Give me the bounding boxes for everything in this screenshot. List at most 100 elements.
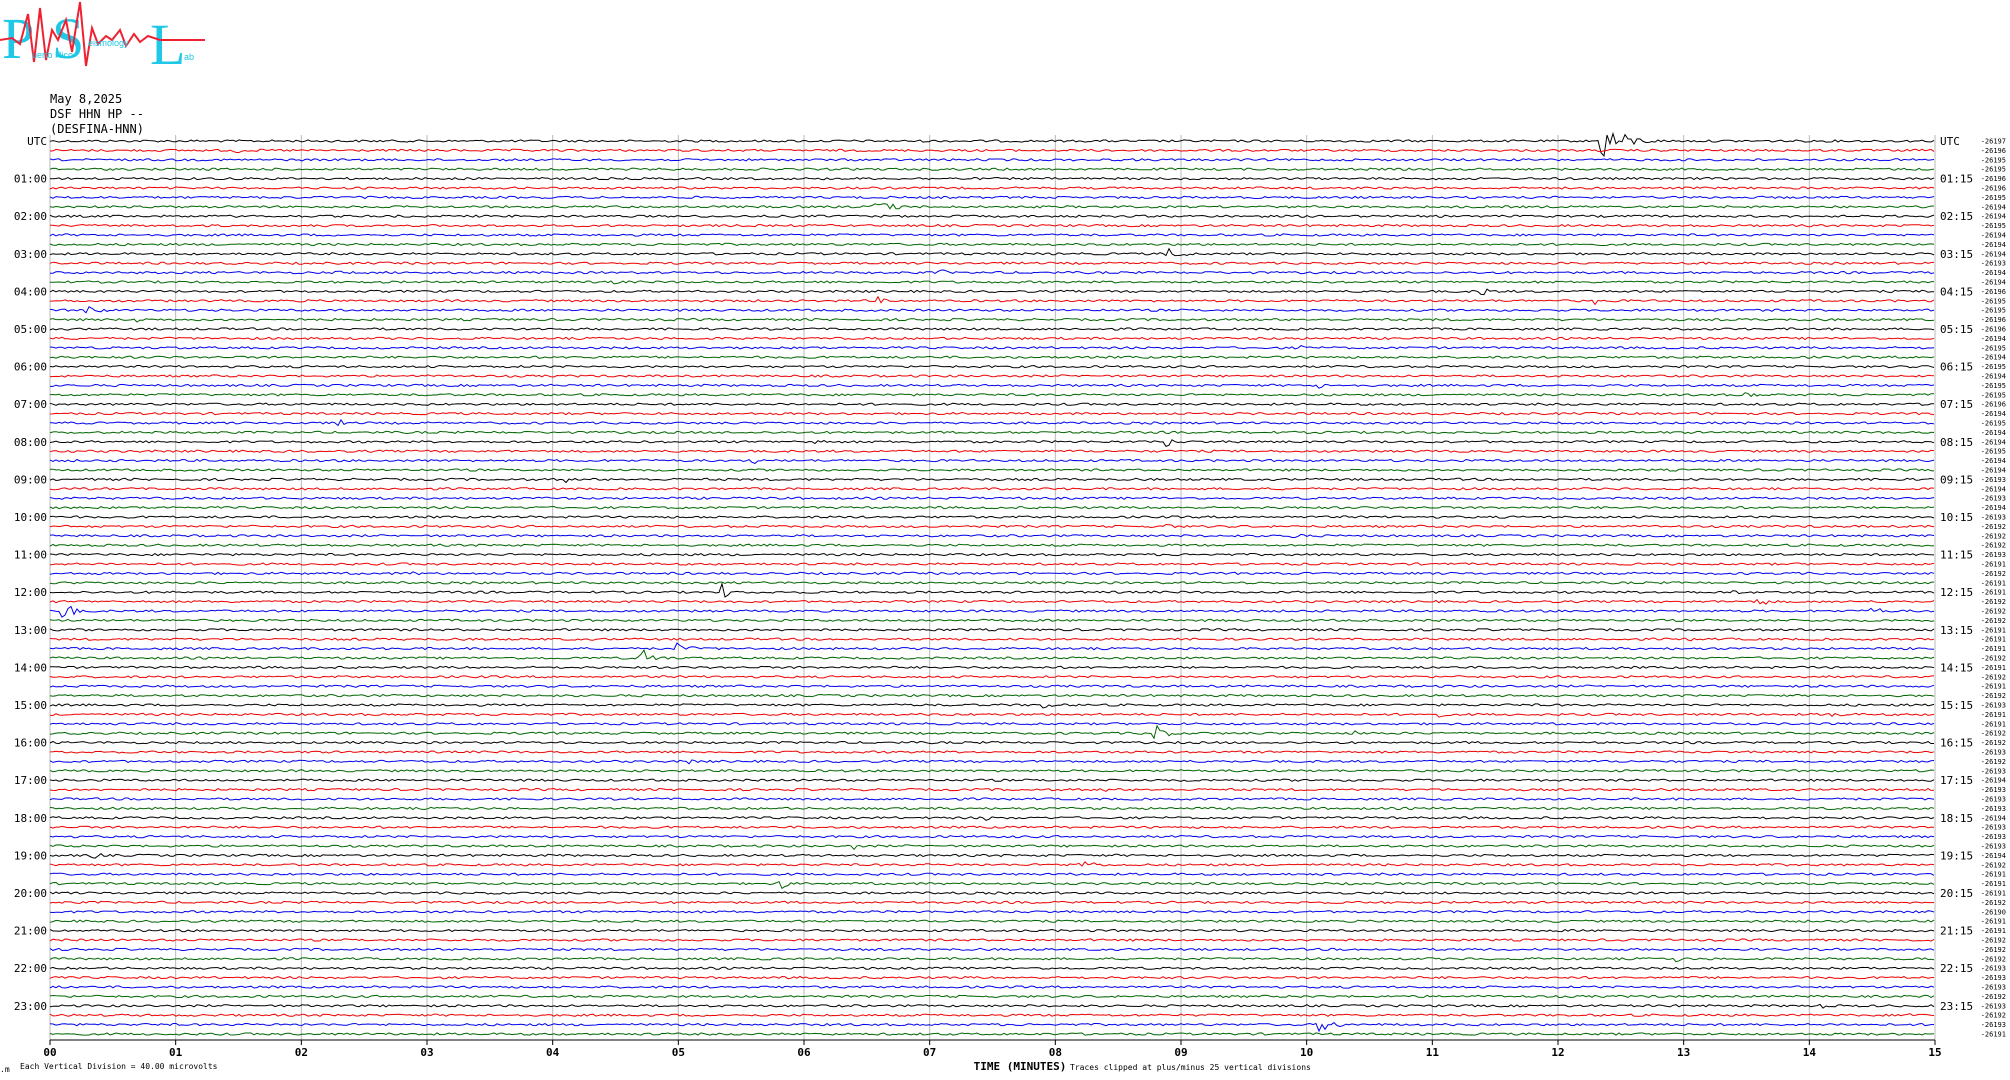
x-tick-label: 01 [169,1046,183,1059]
row-offset-label: -26194 [1981,213,2006,221]
row-offset-label: -26194 [1981,814,2006,822]
x-tick-label: 09 [1174,1046,1187,1059]
x-tick-label: 11 [1426,1046,1440,1059]
row-offset-label: -26192 [1981,542,2006,550]
trace-row [49,562,1935,566]
row-offset-label: -26195 [1981,156,2006,164]
trace-row [49,900,1934,905]
trace-row [49,693,1935,698]
trace-row [49,861,1935,867]
hour-label-left: 19:00 [14,849,47,862]
row-offset-label: -26196 [1981,147,2006,155]
trace-row [49,364,1935,369]
hour-label-left: 21:00 [14,925,47,938]
trace-row [50,665,1935,670]
row-offset-label: -26194 [1981,504,2006,512]
trace-row [49,834,1935,839]
trace-row [49,477,1935,484]
hour-label-right: 03:15 [1940,248,1973,261]
trace-row [49,233,1935,237]
corner-mark: .m [0,1065,10,1074]
trace-row [49,515,1935,519]
row-offset-label: -26193 [1981,260,2006,268]
row-offset-label: -26193 [1981,805,2006,813]
hour-label-left: UTC [27,135,47,148]
row-offset-label: -26194 [1981,852,2006,860]
trace-row [49,816,1935,821]
trace-row [49,966,1935,970]
trace-row [49,158,1935,162]
row-offset-label: -26195 [1981,194,2006,202]
hour-label-right: 01:15 [1940,173,1973,186]
row-offset-label: -26192 [1981,899,2006,907]
row-offset-label: -26195 [1981,448,2006,456]
row-offset-label: -26193 [1981,786,2006,794]
row-offset-label: -26194 [1981,777,2006,785]
hour-label-left: 22:00 [14,962,47,975]
minute-grid [49,135,1936,1041]
vertical-division-note: Each Vertical Division = 40.00 microvolt… [20,1062,218,1071]
row-offset-label: -26191 [1981,636,2006,644]
hour-label-right: 18:15 [1940,812,1973,825]
hour-label-left: 12:00 [14,586,47,599]
row-offset-label: -26193 [1981,1002,2006,1010]
trace-row [49,637,1935,642]
trace-row [49,778,1935,782]
hour-label-right: 22:15 [1940,962,1973,975]
row-offset-label: -26195 [1981,391,2006,399]
x-axis-title: TIME (MINUTES) [974,1060,1067,1073]
hour-label-right: 05:15 [1940,323,1973,336]
trace-row [49,797,1935,801]
row-offset-label: -26194 [1981,203,2006,211]
trace-row [49,247,1935,257]
x-axis-ticks: 00 01 02 03 04 05 06 07 08 09 10 11 12 13 14 15 [43,1040,1942,1059]
x-tick-label: 07 [923,1046,936,1059]
row-offset-label: -26191 [1981,664,2006,672]
x-tick-label: 03 [420,1046,433,1059]
hour-label-right: 12:15 [1940,586,1973,599]
hour-label-left: 16:00 [14,737,47,750]
trace-row [49,327,1935,331]
trace-row [49,449,1935,453]
row-offset-label: -26192 [1981,617,2006,625]
row-offset-label: -26195 [1981,382,2006,390]
row-offset-label: -26193 [1981,749,2006,757]
trace-row [49,947,1935,952]
hour-label-left: 18:00 [14,812,47,825]
row-offset-label: -26196 [1981,326,2006,334]
x-tick-label: 00 [43,1046,56,1059]
row-offset-label: -26195 [1981,297,2006,305]
row-offset-label: -26192 [1981,993,2006,1001]
trace-row [50,468,1935,472]
row-offset-label: -26194 [1981,232,2006,240]
hour-label-left: 13:00 [14,624,47,637]
trace-row [49,411,1935,416]
x-tick-label: 12 [1551,1046,1564,1059]
x-tick-label: 02 [295,1046,308,1059]
row-offset-label: -26196 [1981,175,2006,183]
row-offset-label: -26191 [1981,880,2006,888]
trace-row [49,543,1935,547]
trace-row [49,684,1935,688]
row-offset-label: -26192 [1981,730,2006,738]
row-offset-label: -26193 [1981,551,2006,559]
trace-row [49,581,1935,598]
x-tick-label: 15 [1928,1046,1941,1059]
row-offset-labels: -26197-26196-26195-26195-26196-26196-261… [1981,138,2006,1039]
row-offset-label: -26193 [1981,824,2006,832]
trace-row [49,418,1935,427]
hour-label-right: 20:15 [1940,887,1973,900]
trace-row [49,649,1935,661]
hour-label-right: 19:15 [1940,849,1973,862]
hour-label-left: 07:00 [14,398,47,411]
row-offset-label: -26192 [1981,937,2006,945]
row-offset-label: -26194 [1981,373,2006,381]
hour-label-left: 03:00 [14,248,47,261]
trace-row [49,402,1934,406]
row-offset-label: -26191 [1981,720,2006,728]
trace-row [49,306,1935,314]
row-offset-label: -26191 [1981,1031,2006,1039]
trace-row [49,985,1935,989]
hour-label-left: 01:00 [14,173,47,186]
hour-label-right: 14:15 [1940,661,1973,674]
